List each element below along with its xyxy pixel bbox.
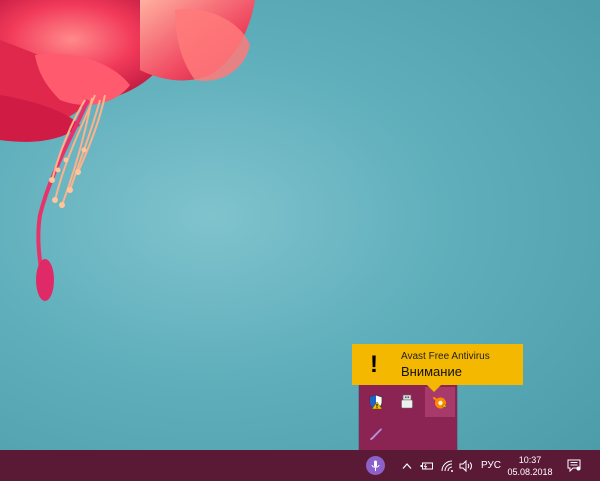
volume-icon (459, 459, 472, 472)
clock-time: 10:37 (518, 454, 542, 465)
action-center-button[interactable] (563, 450, 585, 481)
usb-device-icon[interactable] (392, 387, 422, 417)
battery-button[interactable] (418, 450, 436, 481)
clock-button[interactable]: 10:37 05.08.2018 (505, 450, 555, 481)
language-label: РУС (480, 460, 502, 471)
action-center-icon (567, 459, 581, 472)
cortana-microphone-button[interactable] (363, 450, 387, 481)
tray-overflow-panel (359, 385, 457, 451)
wifi-icon (441, 460, 453, 472)
notification-message: Внимание (401, 364, 462, 379)
chevron-up-icon (402, 462, 412, 469)
avast-notification-tooltip[interactable]: ! Avast Free Antivirus Внимание (352, 344, 523, 392)
network-button[interactable] (439, 450, 457, 481)
microphone-icon (365, 456, 385, 475)
desktop-wallpaper (0, 0, 255, 301)
notification-title: Avast Free Antivirus (401, 351, 490, 362)
clock-date: 05.08.2018 (507, 466, 553, 477)
taskbar: РУС 10:37 05.08.2018 (0, 450, 600, 481)
exclamation-icon: ! (370, 351, 378, 378)
battery-icon (420, 462, 433, 469)
security-shield-warning-icon[interactable] (361, 387, 391, 417)
show-hidden-icons-button[interactable] (399, 450, 415, 481)
volume-button[interactable] (457, 450, 475, 481)
input-language-button[interactable]: РУС (477, 450, 505, 481)
tooltip-pointer (427, 385, 441, 392)
pen-stylus-icon[interactable] (361, 418, 391, 448)
